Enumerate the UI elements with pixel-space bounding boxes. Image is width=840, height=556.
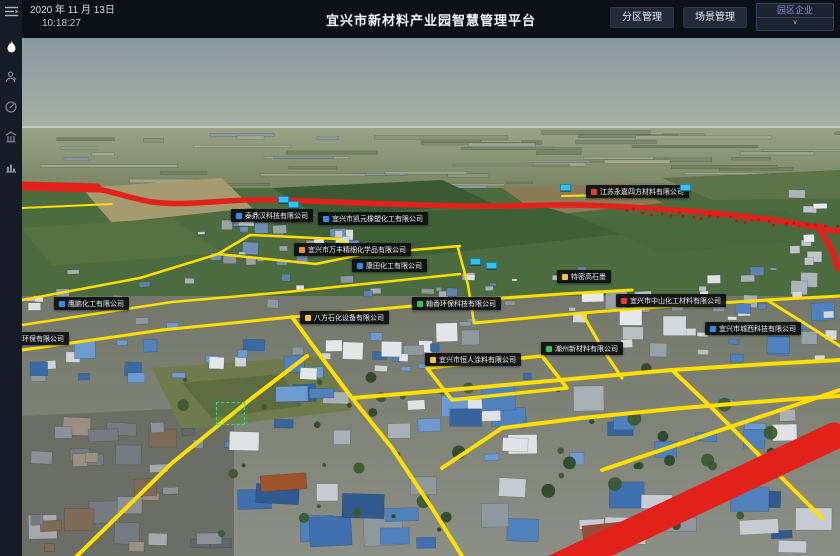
company-label[interactable]: 鹰鹏化工有限公司 (54, 297, 129, 310)
company-label[interactable]: 宜兴市城西科技有限公司 (705, 322, 801, 335)
company-marker-icon (417, 301, 423, 307)
company-label-text: 江苏永嘉四方材料有限公司 (600, 187, 684, 197)
company-label-text: 鹰鹏化工有限公司 (68, 299, 124, 309)
gauge-icon (5, 101, 17, 113)
company-label-text: 康田化工有限公司 (366, 261, 422, 271)
company-label-text: 宜兴市凯元橡塑化工有限公司 (332, 214, 423, 224)
vehicle-marker[interactable] (486, 262, 497, 269)
company-label-text: 宜兴市城西科技有限公司 (719, 324, 796, 334)
sidebar-item-realtime-monitor[interactable] (0, 94, 22, 120)
company-label-text: 宜兴市恒人涂料有限公司 (439, 355, 516, 365)
sidebar-item-personnel[interactable] (0, 64, 22, 90)
dropdown-label: 园区企业 (777, 4, 813, 17)
company-label-text: 忠信阳光环保有限公司 (22, 334, 64, 344)
company-label[interactable]: 特密高石墨 (557, 270, 611, 283)
company-label-text: 潮州新材料有限公司 (555, 344, 618, 354)
company-marker-icon (323, 216, 329, 222)
person-icon (5, 71, 17, 83)
top-bar: 2020 年 11 月 13日 10:18:27 宜兴市新材料产业园智慧管理平台… (22, 0, 840, 38)
sidebar-item-statistics[interactable] (0, 154, 22, 180)
company-marker-icon (546, 346, 552, 352)
company-marker-icon (357, 263, 363, 269)
company-marker-icon (430, 357, 436, 363)
sidebar-item-menu[interactable] (0, 0, 22, 22)
company-label[interactable]: 泰鼎汉科技有限公司 (231, 209, 313, 222)
company-label-text: 八方石化设备有限公司 (314, 313, 384, 323)
park-enterprise-dropdown[interactable]: 园区企业 ∨ (756, 3, 834, 31)
company-label-text: 特密高石墨 (571, 272, 606, 282)
vehicle-marker[interactable] (288, 201, 299, 208)
app-window: 2020 年 11 月 13日 10:18:27 宜兴市新材料产业园智慧管理平台… (0, 0, 840, 556)
scene-manage-button[interactable]: 场景管理 (683, 7, 747, 28)
company-marker-icon (562, 274, 568, 280)
company-marker-icon (591, 189, 597, 195)
map-overlay: 泰鼎汉科技有限公司 宜兴市凯元橡塑化工有限公司宜兴市万丰精细化学品有限公司康田化工… (22, 38, 840, 556)
vehicle-marker[interactable] (680, 184, 691, 191)
company-marker-icon (710, 326, 716, 332)
top-actions: 分区管理 场景管理 园区企业 ∨ (610, 3, 834, 31)
zone-manage-button[interactable]: 分区管理 (610, 7, 674, 28)
company-marker-icon (299, 247, 305, 253)
company-label[interactable]: 宜兴市凯元橡塑化工有限公司 (318, 212, 428, 225)
company-label-text: 泰鼎汉科技有限公司 (245, 211, 308, 221)
company-marker-icon (621, 298, 627, 304)
hamburger-menu-icon (5, 6, 18, 17)
company-label[interactable]: 潮州新材料有限公司 (541, 342, 623, 355)
company-label[interactable]: 翰香环保科技有限公司 (412, 297, 501, 310)
company-label[interactable]: 宜兴市中山化工材料有限公司 (616, 294, 726, 307)
company-marker-icon (305, 315, 311, 321)
company-label-text: 宜兴市中山化工材料有限公司 (630, 296, 721, 306)
flame-icon (6, 41, 17, 54)
company-label[interactable]: 康田化工有限公司 (352, 259, 427, 272)
sidebar-item-fire-monitor[interactable] (0, 34, 22, 60)
company-marker-icon (236, 213, 242, 219)
chevron-down-icon: ∨ (792, 18, 797, 28)
sidebar (0, 0, 22, 556)
company-label[interactable]: 宜兴市万丰精细化学品有限公司 (294, 243, 411, 256)
company-label[interactable]: 江苏永嘉四方材料有限公司 (586, 185, 689, 198)
bar-chart-icon (5, 161, 17, 173)
company-label[interactable]: 宜兴市恒人涂料有限公司 (425, 353, 521, 366)
vehicle-marker[interactable] (560, 184, 571, 191)
company-label-text: 宜兴市万丰精细化学品有限公司 (308, 245, 406, 255)
bank-building-icon (5, 131, 17, 143)
company-marker-icon (59, 301, 65, 307)
map-3d-view[interactable]: 泰鼎汉科技有限公司 宜兴市凯元橡塑化工有限公司宜兴市万丰精细化学品有限公司康田化工… (22, 38, 840, 556)
vehicle-marker[interactable] (470, 258, 481, 265)
company-label[interactable]: 忠信阳光环保有限公司 (22, 332, 69, 345)
company-label-text: 翰香环保科技有限公司 (426, 299, 496, 309)
company-label[interactable]: 八方石化设备有限公司 (300, 311, 389, 324)
selection-box (216, 402, 245, 425)
sidebar-item-enterprise[interactable] (0, 124, 22, 150)
